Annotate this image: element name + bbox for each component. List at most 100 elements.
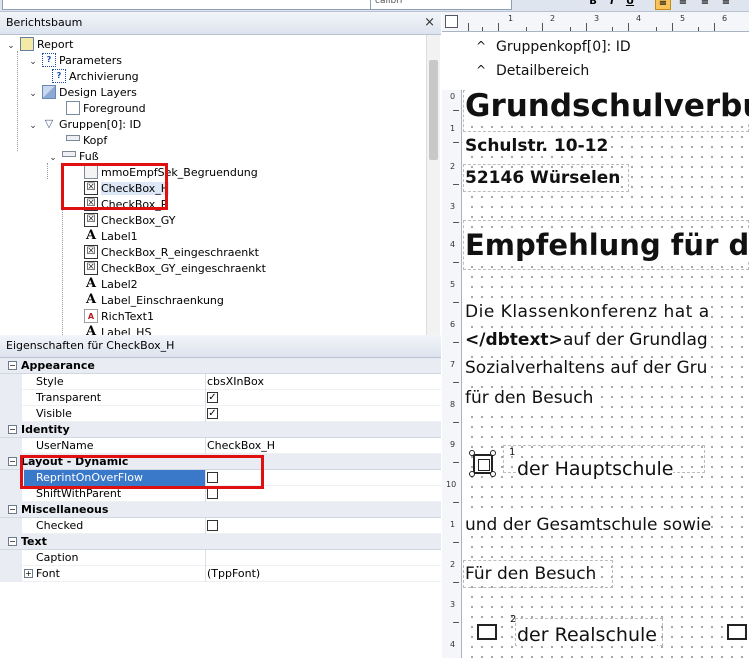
prop-row-style[interactable]: Style cbsXInBox [0,374,441,390]
tree-node-parameters[interactable]: ⌄? Parameters [28,53,122,69]
tree-node-label-hs[interactable]: A Label_HS [84,325,151,336]
column-separator [205,438,206,454]
row-gutter [0,550,22,566]
prop-value[interactable]: ✓ [207,390,218,406]
highlight-reprint-row [20,455,264,489]
chevron-down-icon[interactable]: ⌄ [28,86,38,102]
tree-node-report[interactable]: ⌄ Report [6,37,73,53]
design-canvas[interactable]: Grundschulverbu Schulstr. 10-12 52146 Wü… [463,88,749,658]
resize-handle[interactable] [469,471,475,477]
ruler-tick [570,27,571,31]
tree-node-gruppen[interactable]: ⌄ ▽ Gruppen[0]: ID [28,117,141,133]
expand-icon[interactable]: + [24,569,33,578]
property-grid: − Appearance Style cbsXInBox Transparent … [0,358,441,658]
fuer-den-besuch-label[interactable]: Für den Besuch [465,564,597,584]
heading-label[interactable]: Empfehlung für d [465,228,749,262]
chevron-down-icon[interactable]: ⌄ [28,118,38,134]
italic-button[interactable]: I [604,0,620,10]
collapse-icon[interactable]: − [8,456,17,466]
scrollbar-thumb[interactable] [429,60,438,160]
category-text[interactable]: − Text [0,534,441,550]
bold-button[interactable]: B [585,0,601,10]
prop-value[interactable]: CheckBox_H [207,438,275,454]
row-gutter [0,438,22,454]
ruler-tick [612,27,613,31]
category-identity[interactable]: − Identity [0,422,441,438]
richtext-line-2[interactable]: auf der Grundlag [563,330,708,350]
prop-value[interactable]: (TppFont) [207,566,260,582]
align-center-button[interactable]: ≡ [675,0,691,10]
tree-node-checkbox-gy-eingeschraenkt[interactable]: ☒ CheckBox_GY_eingeschraenkt [84,261,266,277]
ruler-number: 9 [450,440,456,449]
font-name-select[interactable]: calibri [370,0,512,10]
band-detail[interactable]: ^ Detailbereich [442,60,749,83]
ruler-number: 0 [450,92,456,101]
tree-node-label1[interactable]: A Label1 [84,229,138,245]
prop-value[interactable]: ✓ [207,406,218,422]
ruler-corner-icon[interactable] [445,15,458,28]
prop-value[interactable] [207,518,218,534]
resize-handle[interactable] [490,450,496,456]
shift-checkbox[interactable] [207,487,218,499]
chevron-down-icon[interactable]: ⌄ [28,54,38,70]
school-name-label[interactable]: Grundschulverbu [465,88,749,124]
ruler-tick [453,542,459,543]
richtext-line-4[interactable]: für den Besuch [465,388,594,408]
chevron-down-icon[interactable]: ⌄ [6,38,16,54]
prop-row-caption[interactable]: Caption [0,550,441,566]
band-group-header[interactable]: ^ Gruppenkopf[0]: ID [442,36,749,59]
column-separator [205,406,206,422]
resize-handle[interactable] [490,471,496,477]
realschule-label[interactable]: der Realschule [517,624,657,646]
tree-node-label-einschraenkung[interactable]: A Label_Einschraenkung [84,293,224,309]
prop-row-username[interactable]: UserName CheckBox_H [0,438,441,454]
category-miscellaneous[interactable]: − Miscellaneous [0,502,441,518]
collapse-icon[interactable]: − [8,536,17,546]
ruler-number: 4 [450,640,456,649]
collapse-icon[interactable]: − [8,360,17,370]
filter-icon: ▽ [44,117,54,130]
tree-node-checkbox-r-eingeschraenkt[interactable]: ☒ CheckBox_R_eingeschraenkt [84,245,259,261]
checkbox-r-component[interactable] [477,624,497,640]
tree-node-checkbox-gy[interactable]: ☒ CheckBox_GY [84,213,175,229]
caret-up-icon[interactable]: ^ [476,59,486,82]
tree-scrollbar[interactable] [426,35,440,335]
prop-row-checked[interactable]: Checked [0,518,441,534]
resize-handle[interactable] [469,450,475,456]
collapse-icon[interactable]: − [8,424,17,434]
category-appearance[interactable]: − Appearance [0,358,441,374]
richtext-dbtext[interactable]: </dbtext> [465,330,563,350]
tree-node-richtext1[interactable]: A RichText1 [84,309,154,325]
street-label[interactable]: Schulstr. 10-12 [465,136,609,156]
column-separator [205,518,206,534]
gesamtschule-label[interactable]: und der Gesamtschule sowie [465,515,712,535]
tree-node-archivierung[interactable]: ? Archivierung [52,69,139,85]
transparent-checkbox[interactable]: ✓ [207,391,218,403]
toolbar-input[interactable] [2,0,412,10]
tree-node-foreground[interactable]: Foreground [66,101,146,117]
richtext-line-3[interactable]: Sozialverhaltens auf der Gru [465,358,708,378]
underline-button[interactable]: U [622,0,638,10]
prop-value[interactable]: cbsXInBox [207,374,264,390]
prop-row-transparent[interactable]: Transparent ✓ [0,390,441,406]
align-left-button[interactable]: ≡ [655,0,671,10]
visible-checkbox[interactable]: ✓ [207,407,218,419]
hauptschule-label[interactable]: der Hauptschule [517,458,674,480]
close-icon[interactable]: × [424,12,435,34]
caret-up-icon[interactable]: ^ [476,35,486,58]
prop-row-visible[interactable]: Visible ✓ [0,406,441,422]
tree-node-label2[interactable]: A Label2 [84,277,138,293]
checkbox-gy-component[interactable] [727,624,747,640]
richtext-line-1[interactable]: Die Klassenkonferenz hat a [465,302,710,322]
tree-node-kopf[interactable]: Kopf [66,133,107,149]
prop-row-font[interactable]: + Font (TppFont) [0,566,441,582]
chevron-down-icon[interactable]: ⌄ [48,150,58,166]
city-label[interactable]: 52146 Würselen [465,168,621,188]
checked-checkbox[interactable] [207,519,218,531]
ruler-number: 2 [450,162,456,171]
collapse-icon[interactable]: − [8,504,17,514]
tree-node-design-layers[interactable]: ⌄ Design Layers [28,85,137,101]
justify-button[interactable]: ≡ [718,0,734,10]
align-right-button[interactable]: ≡ [697,0,713,10]
ruler-number: 1 [450,520,456,529]
